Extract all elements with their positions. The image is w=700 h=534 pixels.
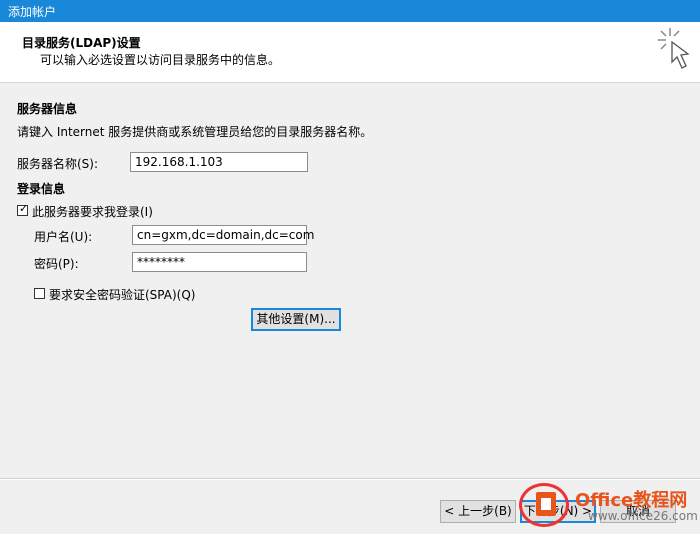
- back-button[interactable]: < 上一步(B): [440, 500, 516, 523]
- login-info-heading: 登录信息: [17, 182, 66, 196]
- office-logo-icon: [536, 492, 556, 516]
- spa-checkbox[interactable]: [34, 288, 45, 299]
- server-name-input[interactable]: 192.168.1.103: [130, 152, 308, 172]
- page-subtitle: 可以输入必选设置以访问目录服务中的信息。: [40, 53, 281, 67]
- page-title: 目录服务(LDAP)设置: [22, 36, 141, 50]
- server-name-label: 服务器名称(S):: [17, 157, 99, 171]
- wizard-header: 目录服务(LDAP)设置 可以输入必选设置以访问目录服务中的信息。: [0, 22, 700, 83]
- username-input[interactable]: cn=gxm,dc=domain,dc=com: [132, 225, 314, 245]
- requires-login-label[interactable]: 此服务器要求我登录(I): [32, 203, 153, 220]
- username-label: 用户名(U):: [34, 230, 93, 244]
- magic-wand-icon: [658, 28, 690, 69]
- spa-label[interactable]: 要求安全密码验证(SPA)(Q): [49, 286, 195, 303]
- password-label: 密码(P):: [34, 257, 79, 271]
- window-title: 添加帐户: [8, 5, 57, 19]
- footer-divider-highlight: [0, 479, 700, 480]
- password-input[interactable]: ********: [132, 252, 307, 272]
- server-info-heading: 服务器信息: [17, 102, 78, 116]
- server-instruction: 请键入 Internet 服务提供商或系统管理员给您的目录服务器名称。: [17, 125, 373, 139]
- watermark-url: www.office26.com: [588, 509, 698, 523]
- more-settings-button[interactable]: 其他设置(M)...: [251, 308, 341, 331]
- checkmark-icon: ✓: [19, 202, 29, 215]
- form-area: 服务器信息 请键入 Internet 服务提供商或系统管理员给您的目录服务器名称…: [0, 83, 700, 478]
- title-bar: 添加帐户: [0, 0, 700, 22]
- requires-login-checkbox[interactable]: ✓: [17, 202, 29, 216]
